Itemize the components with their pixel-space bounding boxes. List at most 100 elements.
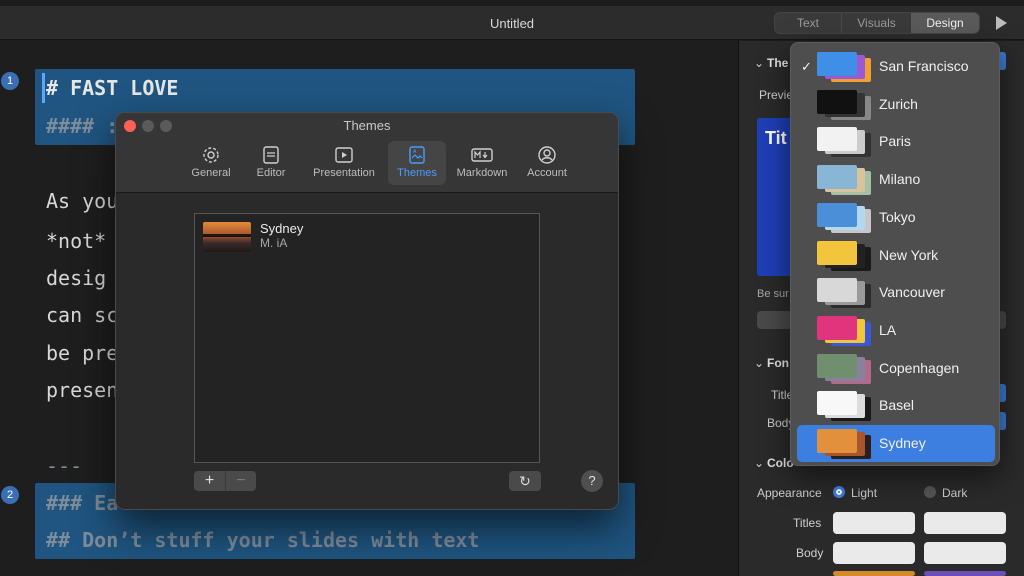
appearance-label: Appearance (757, 486, 822, 500)
thumbnail-layer (817, 52, 857, 76)
chevron-down-icon[interactable]: ⌄ (754, 456, 764, 470)
gear-icon (203, 147, 219, 163)
chevron-down-icon[interactable]: ⌄ (754, 356, 764, 370)
light-radio[interactable] (833, 486, 845, 498)
play-icon[interactable] (996, 16, 1007, 30)
accent-color-well[interactable] (833, 571, 915, 576)
theme-thumbnail (817, 52, 873, 82)
menu-item[interactable]: ✓ San Francisco (797, 48, 995, 85)
menu-item[interactable]: Copenhagen (797, 350, 995, 387)
body-line[interactable]: *not* (46, 229, 106, 253)
tab-label: Presentation (313, 167, 375, 179)
themes-preferences-window: Themes General Editor Presentation A The… (115, 112, 619, 510)
preferences-tabs: General Editor Presentation A Themes Mar… (182, 141, 576, 185)
menu-item[interactable]: Sydney (797, 425, 995, 462)
tab-general[interactable]: General (182, 141, 240, 185)
menu-item-label: Basel (879, 397, 915, 414)
menu-item[interactable]: Paris (797, 123, 995, 160)
tab-account[interactable]: Account (518, 141, 576, 185)
accent-color-well[interactable] (924, 571, 1006, 576)
add-theme-button[interactable]: + (194, 471, 225, 491)
app-window: Untitled Text Visuals Design 1 # FAST LO… (0, 0, 1024, 576)
tab-presentation[interactable]: Presentation (302, 141, 386, 185)
text-cursor (42, 73, 45, 103)
tab-visuals[interactable]: Visuals (841, 13, 911, 33)
body-line[interactable]: desig (46, 266, 106, 290)
body-color-label: Body (796, 546, 824, 560)
help-button[interactable]: ? (581, 470, 603, 492)
body-color-well[interactable] (833, 542, 915, 564)
menu-item[interactable]: Tokyo (797, 199, 995, 236)
subheading-line[interactable]: #### : (46, 114, 118, 138)
title-bar: Untitled Text Visuals Design (0, 6, 1024, 40)
list-item[interactable]: Sydney M. iA (203, 221, 303, 252)
theme-section-heading[interactable]: The (767, 56, 788, 70)
hint-text: Be sur (757, 288, 789, 300)
tab-themes[interactable]: A Themes (388, 141, 446, 185)
thumbnail-layer (817, 127, 857, 152)
body-line[interactable]: presen (46, 378, 118, 402)
heading-line[interactable]: ### Ea (46, 491, 118, 515)
body-color-well[interactable] (924, 542, 1006, 564)
tab-editor[interactable]: Editor (242, 141, 300, 185)
slide-number-badge: 2 (1, 486, 19, 504)
thumbnail-layer (817, 429, 857, 453)
tab-label: Markdown (456, 167, 508, 179)
chevron-down-icon[interactable]: ⌄ (754, 56, 764, 70)
tab-design[interactable]: Design (911, 13, 979, 33)
theme-thumbnail (817, 89, 873, 120)
theme-thumbnail (817, 429, 873, 459)
tab-label: Editor (256, 167, 286, 179)
slide-separator: --- (46, 454, 83, 478)
theme-author: M. iA (260, 236, 288, 250)
menu-item[interactable]: Milano (797, 161, 995, 198)
menu-item[interactable]: LA (797, 312, 995, 349)
remove-theme-button[interactable]: − (225, 471, 256, 491)
dark-radio[interactable] (924, 486, 936, 498)
theme-thumbnail (817, 127, 873, 158)
add-remove-control: + − (194, 471, 256, 491)
menu-item[interactable]: Vancouver (797, 274, 995, 311)
menu-item-label: Zurich (879, 95, 918, 112)
theme-thumbnail (817, 315, 873, 346)
menu-item-label: Sydney (879, 435, 926, 451)
menu-item[interactable]: Basel (797, 387, 995, 424)
thumbnail-layer (817, 240, 857, 265)
titles-color-well[interactable] (924, 512, 1006, 534)
theme-thumbnail (817, 278, 873, 309)
themes-icon: A (409, 146, 425, 164)
theme-thumbnail (817, 202, 873, 233)
menu-item-label: New York (879, 246, 939, 263)
menu-item[interactable]: New York (797, 237, 995, 274)
thumbnail-layer (817, 278, 857, 303)
menu-item-label: Paris (879, 133, 911, 150)
heading-line[interactable]: ## Don’t stuff your slides with text (46, 528, 479, 552)
theme-thumbnail (203, 222, 251, 252)
checkmark-icon: ✓ (801, 59, 812, 74)
menu-item[interactable]: Zurich (797, 86, 995, 123)
mode-segmented-control: Text Visuals Design (774, 12, 980, 34)
heading-line[interactable]: # FAST LOVE (46, 76, 178, 100)
titles-color-label: Titles (793, 516, 822, 530)
slide-number-badge: 1 (1, 72, 19, 90)
theme-dropdown-menu: ✓ San Francisco Zurich Paris Milano Tokyo New … (790, 42, 1000, 466)
dark-label: Dark (942, 486, 968, 500)
menu-item-label: Tokyo (879, 208, 916, 225)
body-line[interactable]: As you (46, 189, 118, 213)
tab-text[interactable]: Text (775, 13, 841, 33)
thumbnail-layer (817, 165, 857, 190)
body-line[interactable]: be pre (46, 341, 118, 365)
body-line[interactable]: can sc (46, 303, 118, 327)
themes-list[interactable]: Sydney M. iA (194, 213, 540, 463)
titles-color-well[interactable] (833, 512, 915, 534)
thumbnail-layer (817, 89, 857, 114)
presentation-icon (335, 147, 353, 163)
light-label: Light (851, 486, 878, 500)
tab-markdown[interactable]: Markdown (448, 141, 516, 185)
menu-item-label: Milano (879, 171, 921, 188)
preview-title: Tit (765, 128, 787, 148)
editor-icon (263, 146, 279, 164)
refresh-button[interactable]: ↻ (509, 471, 541, 491)
fonts-section-heading[interactable]: Fon (767, 356, 789, 370)
menu-item-label: San Francisco (879, 58, 969, 74)
